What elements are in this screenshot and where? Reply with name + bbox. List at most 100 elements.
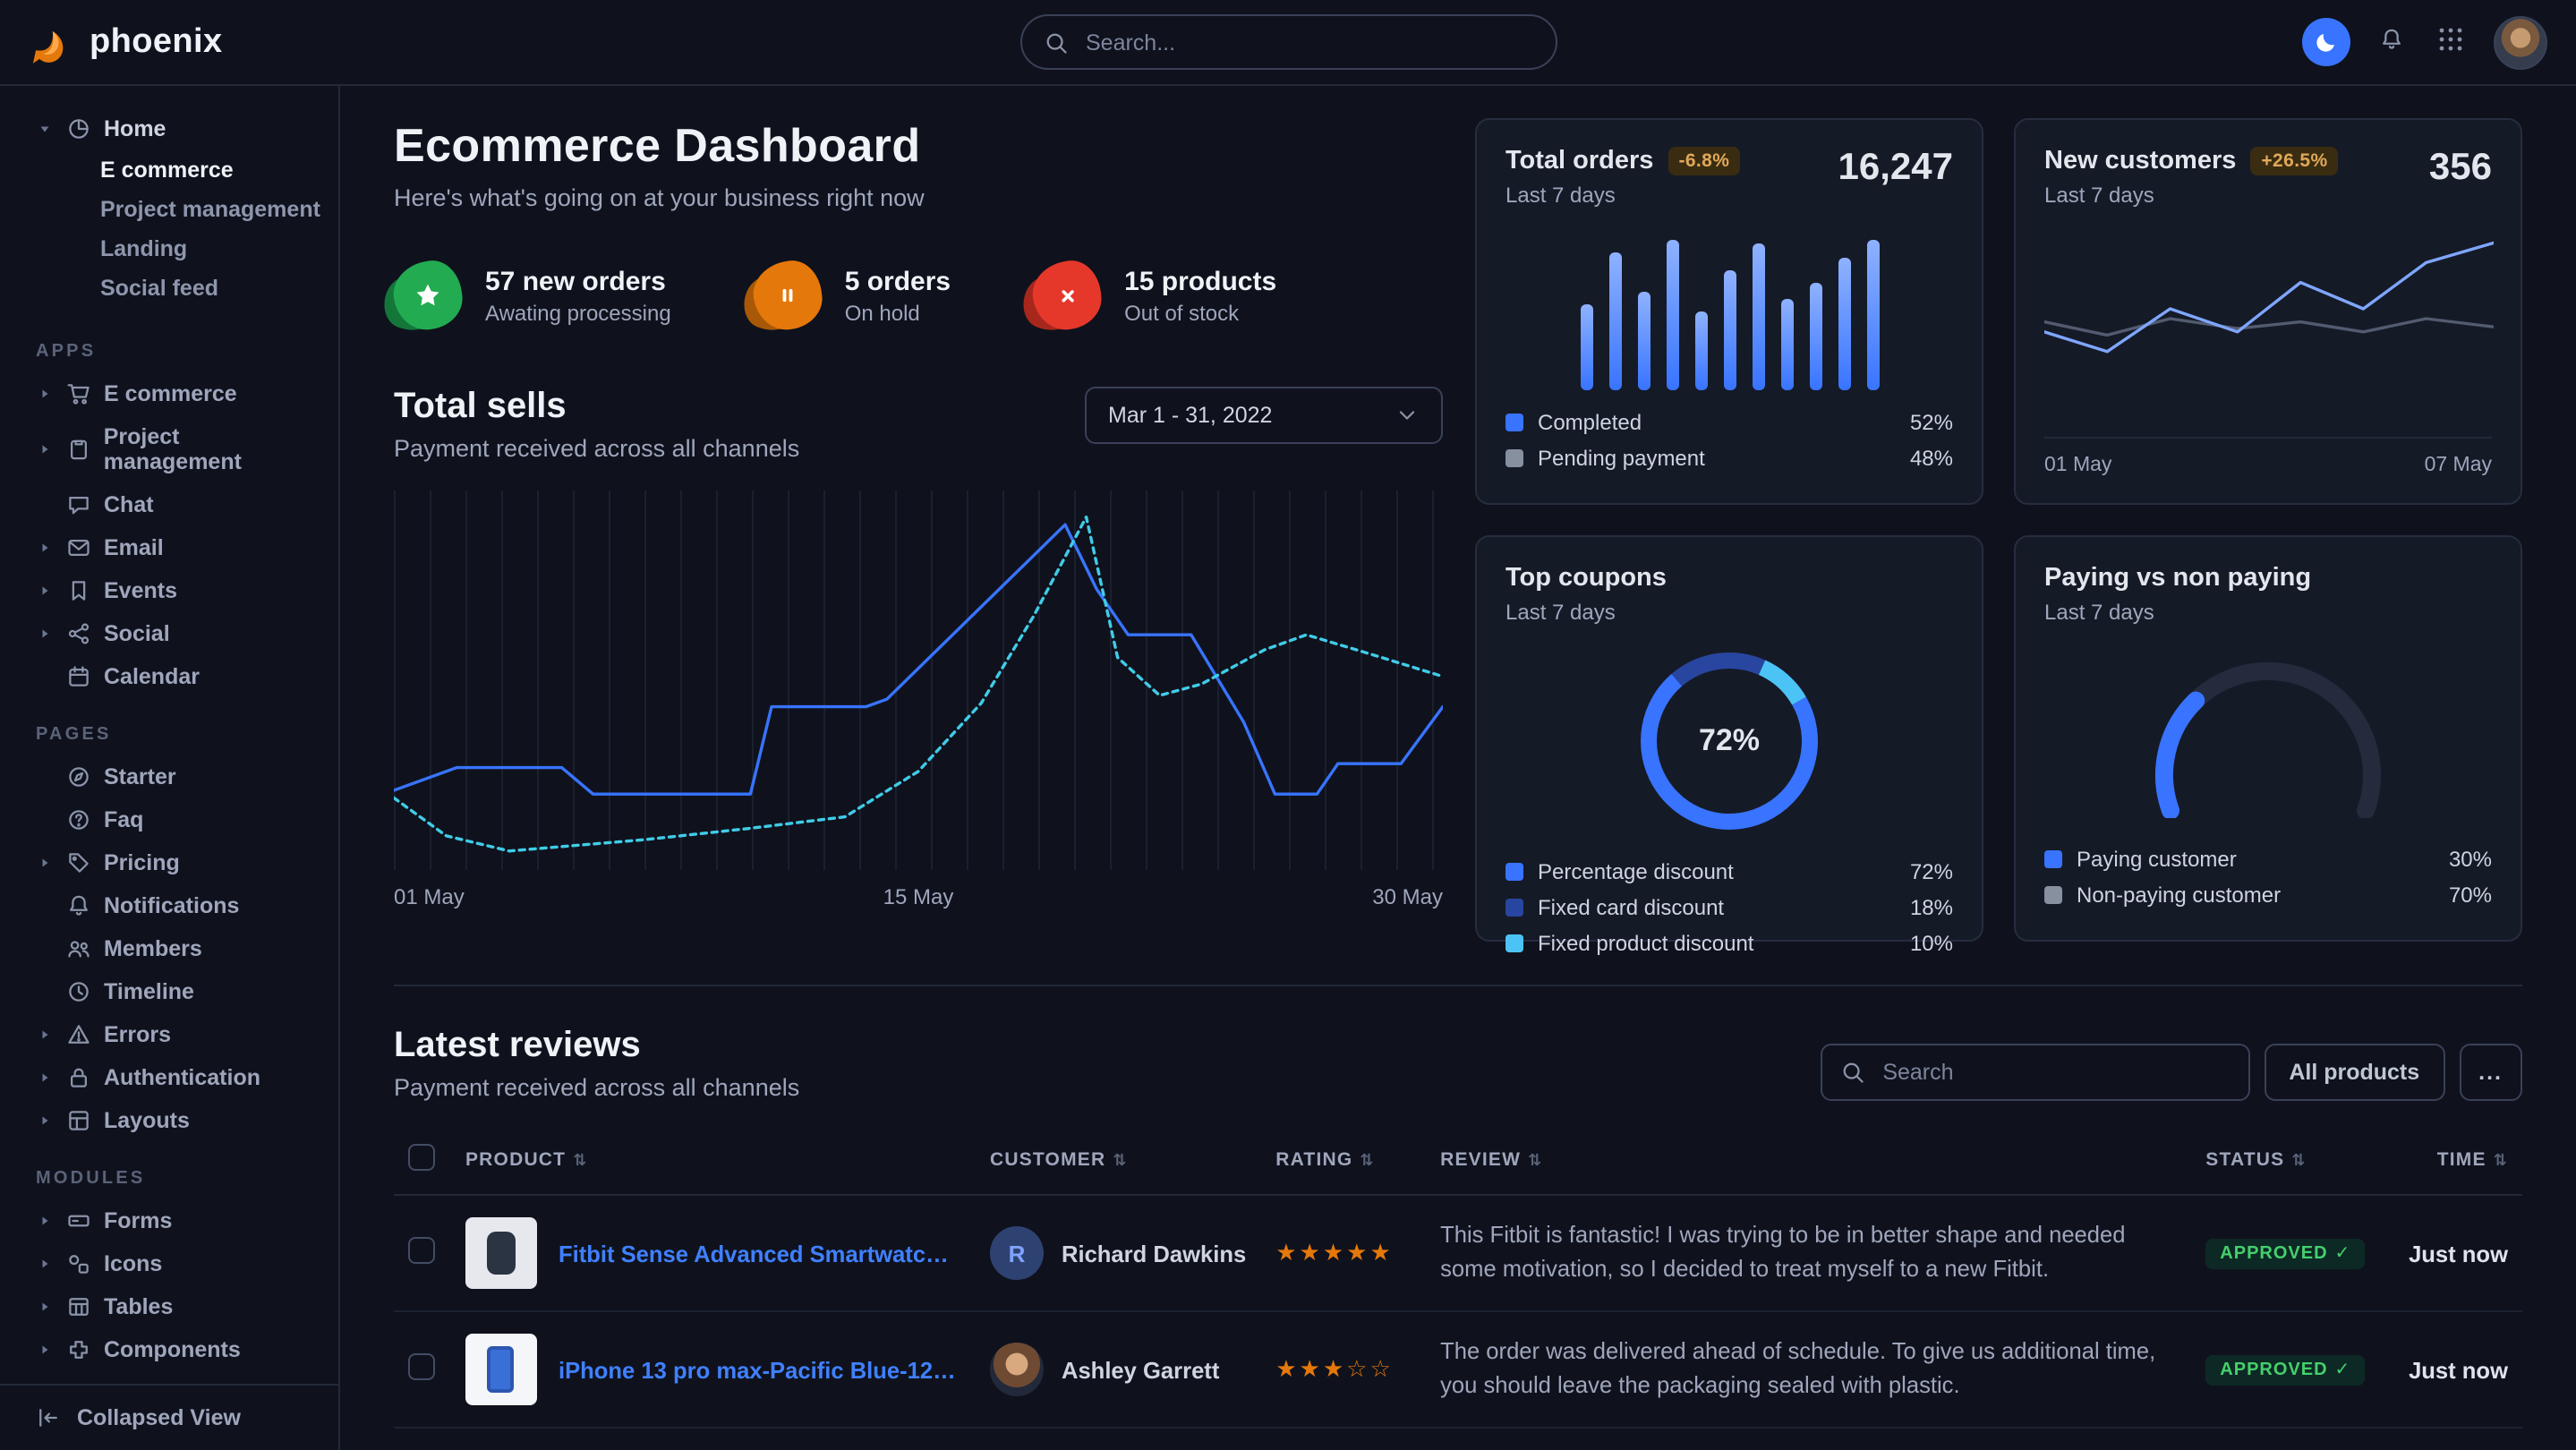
sidebar-item-events[interactable]: Events: [0, 569, 338, 612]
product-link[interactable]: iPhone 13 pro max-Pacific Blue-128GB sto…: [559, 1356, 961, 1383]
coupons-legend: Percentage discount72%Fixed card discoun…: [1506, 854, 1953, 961]
sidebar-item-social-feed[interactable]: Social feed: [0, 269, 338, 308]
coupons-legend-item: Fixed card discount18%: [1506, 890, 1953, 925]
review-text: This Fitbit is fantastic! I was trying t…: [1440, 1220, 2177, 1286]
question-icon: [66, 807, 91, 832]
legend-swatch: [2044, 850, 2062, 868]
rating-stars: ★★★★★: [1275, 1239, 1394, 1266]
sidebar-item-label: Members: [104, 936, 202, 961]
pause-glyph-icon: [775, 283, 800, 308]
sidebar-item-chat[interactable]: Chat: [0, 483, 338, 526]
brand-name: phoenix: [90, 22, 223, 62]
latest-reviews-section: Latest reviews Payment received across a…: [394, 985, 2522, 1450]
apps-menu-button[interactable]: [2433, 21, 2469, 63]
sidebar-item-home[interactable]: Home: [0, 107, 338, 150]
sidebar-item-tables[interactable]: Tables: [0, 1285, 338, 1328]
sidebar-item-label: Pricing: [104, 850, 180, 875]
sidebar-item-forms[interactable]: Forms: [0, 1199, 338, 1242]
sidebar-item-layouts[interactable]: Layouts: [0, 1099, 338, 1142]
sidebar-item-landing[interactable]: Landing: [0, 229, 338, 269]
mail-icon: [66, 535, 91, 560]
sidebar-nav: HomeE commerceProject managementLandingS…: [0, 107, 338, 1371]
more-options-button[interactable]: ...: [2459, 1044, 2522, 1101]
sidebar-item-label: Chat: [104, 492, 154, 517]
x-label: 01 May: [2044, 455, 2111, 476]
column-header-customer[interactable]: CUSTOMER: [990, 1149, 1105, 1171]
warning-icon: [66, 1022, 91, 1047]
sidebar-item-errors[interactable]: Errors: [0, 1013, 338, 1056]
notifications-button[interactable]: [2376, 23, 2408, 61]
tag-icon: [66, 850, 91, 875]
chevron-down-icon: [1395, 403, 1420, 428]
sidebar-item-label: E commerce: [104, 381, 237, 406]
stat-blob: [754, 261, 822, 329]
stat-value: 57 new orders: [485, 266, 671, 296]
brand-logo[interactable]: phoenix: [29, 19, 223, 65]
x-label: 15 May: [883, 884, 954, 909]
sidebar-item-label: Starter: [104, 764, 176, 789]
bar: [1752, 243, 1764, 390]
sidebar-item-e-commerce[interactable]: E commerce: [0, 372, 338, 415]
reviews-search-input[interactable]: [1879, 1058, 2230, 1087]
navbar-actions: [2302, 15, 2547, 69]
column-header-review[interactable]: REVIEW: [1440, 1149, 1521, 1171]
apps-grid-icon: [2436, 25, 2465, 54]
column-header-rating[interactable]: RATING: [1275, 1149, 1352, 1171]
sidebar-item-social[interactable]: Social: [0, 612, 338, 655]
sidebar-item-components[interactable]: Components: [0, 1328, 338, 1371]
select-all-checkbox[interactable]: [408, 1144, 435, 1171]
sidebar-item-notifications[interactable]: Notifications: [0, 884, 338, 927]
total-sells-title: Total sells: [394, 387, 799, 428]
sidebar-item-label: Layouts: [104, 1108, 190, 1133]
total-orders-value: 16,247: [1838, 147, 1953, 208]
sidebar-item-timeline[interactable]: Timeline: [0, 970, 338, 1013]
user-avatar[interactable]: [2494, 15, 2547, 69]
calendar-icon: [66, 664, 91, 689]
sidebar-item-icons[interactable]: Icons: [0, 1242, 338, 1285]
sidebar-item-pricing[interactable]: Pricing: [0, 841, 338, 884]
new-customers-value: 356: [2429, 147, 2492, 208]
clipboard-icon: [66, 437, 91, 462]
row-checkbox[interactable]: [408, 1353, 435, 1380]
sidebar-section-title: APPS: [0, 315, 338, 372]
navbar-search[interactable]: [1019, 14, 1557, 70]
date-range-select[interactable]: Mar 1 - 31, 2022: [1085, 387, 1443, 444]
product-link[interactable]: Fitbit Sense Advanced Smartwatch with To…: [559, 1240, 961, 1267]
all-products-button[interactable]: All products: [2264, 1044, 2444, 1101]
date-range-value: Mar 1 - 31, 2022: [1108, 403, 1272, 428]
rating-stars: ★★★☆☆: [1275, 1355, 1394, 1382]
bar: [1780, 299, 1793, 390]
theme-toggle-button[interactable]: [2302, 18, 2350, 66]
customer-cell: RRichard Dawkins: [990, 1226, 1247, 1280]
compass-icon: [66, 764, 91, 789]
row-checkbox[interactable]: [408, 1237, 435, 1264]
sidebar-item-label: Project management: [100, 197, 320, 222]
dashboard-top-section: Ecommerce Dashboard Here's what's going …: [394, 118, 2522, 942]
bar: [1608, 252, 1621, 390]
sidebar-item-starter[interactable]: Starter: [0, 755, 338, 798]
card-title: Total orders: [1506, 147, 1653, 175]
puzzle-icon: [66, 1337, 91, 1362]
total-orders-card: Total orders -6.8% Last 7 days 16,247 Co…: [1475, 118, 1983, 505]
column-header-status[interactable]: STATUS: [2205, 1149, 2284, 1171]
reviews-table: PRODUCT CUSTOMER RATING REVIEW STATUS TI…: [394, 1126, 2522, 1450]
x-label: 07 May: [2425, 455, 2492, 476]
sidebar-item-project-management[interactable]: Project management: [0, 190, 338, 229]
column-header-product[interactable]: PRODUCT: [465, 1149, 566, 1171]
new-customers-x-axis: 01 May 07 May: [2044, 437, 2492, 476]
sidebar-item-members[interactable]: Members: [0, 927, 338, 970]
sidebar-item-email[interactable]: Email: [0, 526, 338, 569]
navbar-search-input[interactable]: [1082, 28, 1533, 56]
total-sells-subtitle: Payment received across all channels: [394, 435, 799, 462]
caret-right-icon: [36, 1300, 54, 1314]
reviews-search[interactable]: [1820, 1044, 2249, 1101]
column-header-time[interactable]: TIME: [2437, 1149, 2486, 1171]
sidebar-item-authentication[interactable]: Authentication: [0, 1056, 338, 1099]
sidebar-item-label: Social: [104, 621, 170, 646]
sidebar-item-faq[interactable]: Faq: [0, 798, 338, 841]
collapsed-view-toggle[interactable]: Collapsed View: [0, 1384, 338, 1450]
sidebar-item-label: Notifications: [104, 893, 239, 918]
sidebar-item-project-management[interactable]: Project management: [0, 415, 338, 483]
sidebar-item-calendar[interactable]: Calendar: [0, 655, 338, 698]
sidebar-item-e-commerce[interactable]: E commerce: [0, 150, 338, 190]
